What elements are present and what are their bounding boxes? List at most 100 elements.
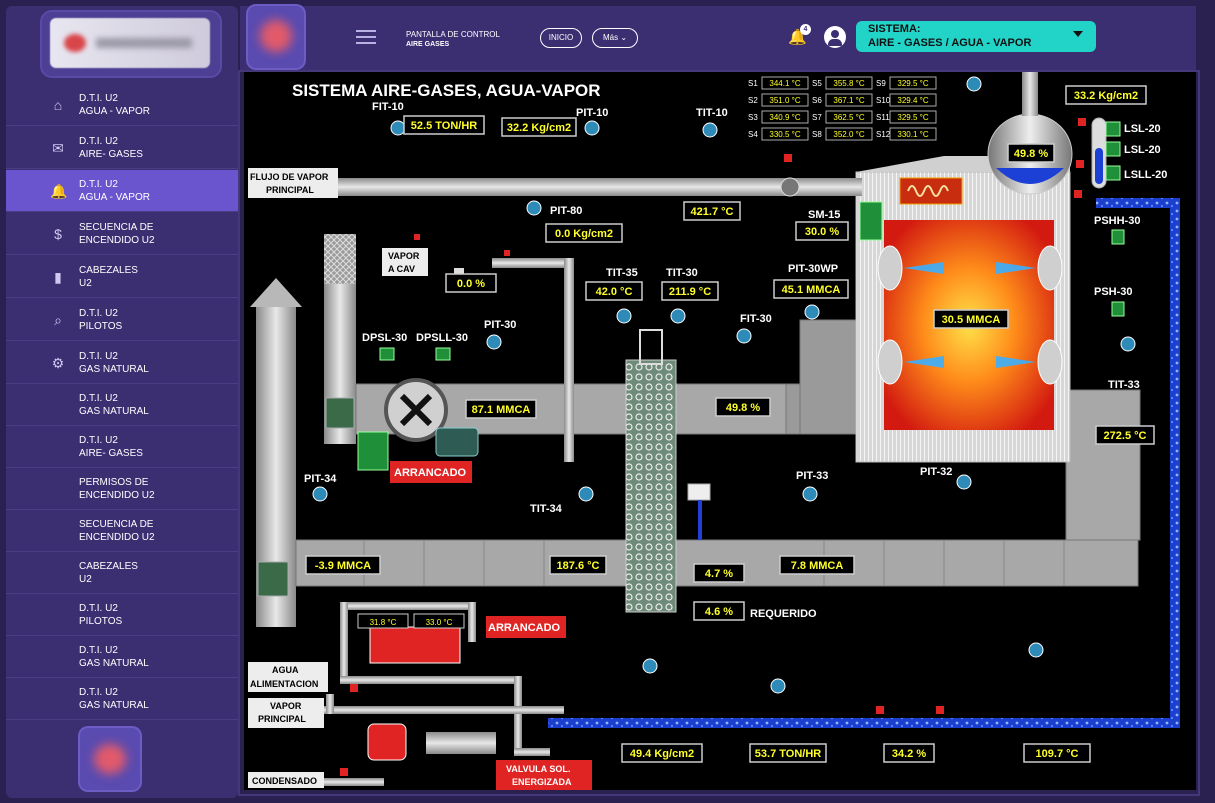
app-window: ⌂ D.T.I. U2 AGUA - VAPOR ✉ D.T.I. U2 AIRE- GA… — [0, 0, 1215, 803]
status-pump-arrancado: ARRANCADO — [488, 622, 561, 634]
value-pit30wp: 45.1 MMCA — [782, 284, 841, 296]
sidebar-item[interactable]: SECUENCIA DE ENCENDIDO U2 — [6, 510, 238, 552]
company-logo[interactable] — [42, 12, 220, 76]
label-condensado: CONDENSADO — [252, 776, 317, 786]
value-pump_t1: 31.8 °C — [370, 618, 397, 627]
diagram-title: SISTEMA AIRE-GASES, AGUA-VAPOR — [292, 81, 601, 100]
sensor-id: S11 — [876, 113, 890, 122]
tag-pit30: PIT-30 — [484, 319, 516, 331]
sensor-value: 344.1 °C — [769, 79, 800, 88]
feedwater-line — [548, 718, 1170, 728]
value-tit34: 187.6 °C — [557, 560, 600, 572]
tag-tit35: TIT-35 — [606, 267, 638, 279]
sidebar-item-label-line2: AGUA - VAPOR — [79, 106, 150, 117]
value-o2: 4.7 % — [705, 568, 733, 580]
user-avatar-icon[interactable] — [824, 26, 846, 48]
sensor-id: S2 — [748, 96, 758, 105]
mas-dropdown-button[interactable]: Más ⌄ — [592, 28, 638, 48]
status-valvula-1: VALVULA SOL. — [506, 764, 570, 774]
sidebar-item-label-line2: GAS NATURAL — [79, 658, 149, 669]
value-furnace: 30.5 MMCA — [942, 314, 1001, 326]
sensor-value: 362.5 °C — [833, 113, 864, 122]
sidebar-item-label-line2: AGUA - VAPOR — [79, 192, 150, 203]
sensor-id: S8 — [812, 130, 822, 139]
value-pit10: 32.2 Kg/cm2 — [507, 122, 571, 134]
sidebar-item-label-line1: D.T.I. U2 — [79, 308, 118, 319]
sidebar-bottom-logo[interactable] — [80, 728, 140, 790]
sensor-id: S5 — [812, 79, 822, 88]
sidebar-item[interactable]: ⌂ D.T.I. U2 AGUA - VAPOR — [6, 84, 238, 126]
sensor-value: 329.5 °C — [897, 113, 928, 122]
sidebar-item[interactable]: CABEZALES U2 — [6, 552, 238, 594]
sidebar-item-label-line2: PILOTOS — [79, 321, 123, 332]
dollar-icon: $ — [54, 226, 62, 242]
sidebar-item[interactable]: ✉ D.T.I. U2 AIRE- GASES — [6, 127, 238, 169]
tag-lsl20-b: LSL-20 — [1124, 144, 1161, 156]
sensor-id: S12 — [876, 130, 891, 139]
sidebar-item[interactable]: D.T.I. U2 GAS NATURAL — [6, 636, 238, 678]
value-fit10: 52.5 TON/HR — [411, 120, 477, 132]
value-pit33: 7.8 MMCA — [791, 560, 844, 572]
scada-diagram-panel: SISTEMA AIRE-GASES, AGUA-VAPOR FIT-10 PI… — [244, 72, 1196, 790]
label-agua-2: ALIMENTACION — [250, 679, 318, 689]
value-feed_flow: 53.7 TON/HR — [755, 748, 821, 760]
sidebar-item-label-line2: ENCENDIDO U2 — [79, 532, 155, 543]
sensor-value: 351.0 °C — [769, 96, 800, 105]
sidebar-item[interactable]: ⌕ D.T.I. U2 PILOTOS — [6, 299, 238, 341]
value-pump_t2: 33.0 °C — [426, 618, 453, 627]
sidebar-item-label-line1: SECUENCIA DE — [79, 519, 154, 530]
air-preheater — [625, 359, 677, 613]
status-fan-arrancado: ARRANCADO — [394, 467, 467, 479]
tag-lsll20: LSLL-20 — [1124, 169, 1167, 181]
logo-image — [50, 18, 210, 68]
sensor-value: 367.1 °C — [833, 96, 864, 105]
tag-dpsl30: DPSL-30 — [362, 332, 407, 344]
system-selector[interactable]: SISTEMA: AIRE - GASES / AGUA - VAPOR — [856, 21, 1096, 52]
system-selector-value: AIRE - GASES / AGUA - VAPOR — [868, 37, 1032, 49]
sensor-id: S10 — [876, 96, 891, 105]
sensor-value: 340.9 °C — [769, 113, 800, 122]
sidebar-item-label-line1: D.T.I. U2 — [79, 645, 118, 656]
sidebar-item-label-line1: D.T.I. U2 — [79, 687, 118, 698]
sidebar-item-label-line2: U2 — [79, 278, 92, 289]
condensate-pump — [367, 723, 407, 761]
sidebar-item[interactable]: D.T.I. U2 PILOTOS — [6, 594, 238, 636]
inicio-button[interactable]: INICIO — [540, 28, 582, 48]
sensor-id: S6 — [812, 96, 822, 105]
sidebar-item[interactable]: D.T.I. U2 AIRE- GASES — [6, 426, 238, 468]
value-pit34: -3.9 MMCA — [315, 560, 371, 572]
sidebar-item[interactable]: PERMISOS DE ENCENDIDO U2 — [6, 468, 238, 510]
value-tit30: 211.9 °C — [669, 286, 711, 298]
fan-motor — [435, 427, 479, 457]
chart-icon: ▮ — [54, 269, 62, 285]
sidebar-item-label-line1: D.T.I. U2 — [79, 435, 118, 446]
sidebar-item[interactable]: ⚙ D.T.I. U2 GAS NATURAL — [6, 342, 238, 384]
sensor-value: 352.0 °C — [833, 130, 864, 139]
topbar-logo[interactable] — [248, 6, 304, 68]
feedwater-pump-motor — [369, 626, 461, 664]
sensor-value: 330.5 °C — [769, 130, 800, 139]
tag-lsl20-a: LSL-20 — [1124, 123, 1161, 135]
sidebar-item[interactable]: ▮ CABEZALES U2 — [6, 256, 238, 298]
sidebar-item[interactable]: D.T.I. U2 GAS NATURAL — [6, 384, 238, 426]
sidebar-item-label-line2: ENCENDIDO U2 — [79, 490, 155, 501]
sidebar-item-label-line1: D.T.I. U2 — [79, 603, 118, 614]
label-vapor-principal-1: VAPOR — [270, 701, 302, 711]
value-tit10: 421.7 °C — [691, 206, 734, 218]
sensor-value: 329.4 °C — [897, 96, 928, 105]
value-drum_press: 33.2 Kg/cm2 — [1074, 90, 1138, 102]
bank-icon: ⌂ — [53, 97, 63, 113]
tag-fit10: FIT-10 — [372, 101, 404, 113]
tag-tit30: TIT-30 — [666, 267, 698, 279]
sidebar-item-label-line1: D.T.I. U2 — [79, 351, 118, 362]
tag-pit33: PIT-33 — [796, 470, 828, 482]
sidebar-item-label-line2: U2 — [79, 574, 92, 585]
sidebar-item[interactable]: 🔔 D.T.I. U2 AGUA - VAPOR — [6, 170, 238, 212]
sidebar-item[interactable]: D.T.I. U2 GAS NATURAL — [6, 678, 238, 720]
hamburger-menu-icon[interactable] — [356, 30, 376, 44]
label-flujo-vapor-1: FLUJO DE VAPOR — [250, 172, 329, 182]
tag-pit10: PIT-10 — [576, 107, 608, 119]
value-tit33: 272.5 °C — [1104, 430, 1147, 442]
sidebar-item[interactable]: $ SECUENCIA DE ENCENDIDO U2 — [6, 213, 238, 255]
tag-pit80: PIT-80 — [550, 205, 582, 217]
